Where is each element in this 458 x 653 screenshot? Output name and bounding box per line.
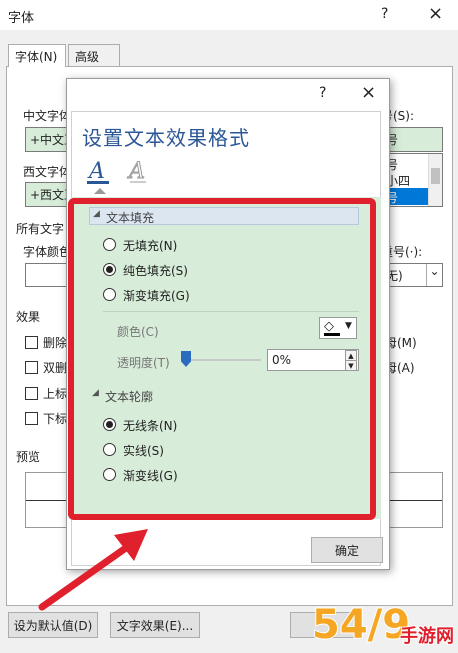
red-arrow-icon: [38, 529, 148, 611]
tab-font[interactable]: 字体(N): [8, 44, 66, 67]
checkbox[interactable]: [25, 361, 38, 374]
font-color-label: 字体颜色: [23, 245, 72, 259]
inner-titlebar: ? ×: [67, 79, 389, 109]
text-effects-icon: A: [127, 159, 146, 185]
text-effects-button[interactable]: 文字效果(E)...: [110, 612, 200, 638]
emphasis-combo[interactable]: 无) ⌄: [381, 263, 443, 287]
highlight-frame: [68, 198, 376, 520]
help-button[interactable]: ?: [381, 6, 388, 22]
chevron-down-icon[interactable]: ⌄: [426, 264, 442, 286]
cn-font-label: 中文字体: [23, 109, 72, 123]
pane-title: 设置文本效果格式: [82, 126, 250, 150]
svg-text:手游网: 手游网: [400, 625, 454, 647]
west-font-label: 西文字体: [23, 165, 72, 179]
all-text-label: 所有文字: [16, 222, 65, 236]
checkbox[interactable]: [25, 412, 38, 425]
checkbox[interactable]: [25, 387, 38, 400]
text-effects-tab[interactable]: A: [126, 158, 150, 186]
checkbox[interactable]: [25, 336, 38, 349]
watermark-icon: 54/9 手游网: [311, 601, 455, 649]
size-combo[interactable]: 号: [381, 127, 443, 152]
font-dialog-title: 字体: [8, 11, 35, 26]
selected-tab-caret: [94, 188, 106, 194]
svg-text:A: A: [127, 159, 145, 184]
font-dialog-titlebar: 字体 ? ×: [0, 0, 458, 30]
set-default-button[interactable]: 设为默认值(D): [8, 612, 98, 638]
svg-text:A: A: [87, 159, 105, 184]
size-list-scrollbar[interactable]: [428, 154, 442, 206]
close-button[interactable]: ×: [428, 3, 443, 24]
ok-button[interactable]: 确定: [311, 537, 383, 563]
text-fill-outline-tab[interactable]: A: [86, 158, 110, 186]
inner-help-button[interactable]: ?: [319, 85, 326, 101]
inner-close-button[interactable]: ×: [361, 82, 376, 103]
tab-advanced[interactable]: 高级(V): [68, 44, 120, 79]
text-fill-icon: A: [87, 159, 109, 184]
svg-text:54/9: 54/9: [312, 602, 410, 648]
scrollbar-thumb[interactable]: [431, 168, 440, 184]
effects-label: 效果: [16, 310, 41, 324]
watermark-logo: 54/9 手游网: [308, 590, 458, 650]
preview-label: 预览: [16, 450, 41, 464]
size-list[interactable]: 号 小四 号: [381, 153, 443, 207]
